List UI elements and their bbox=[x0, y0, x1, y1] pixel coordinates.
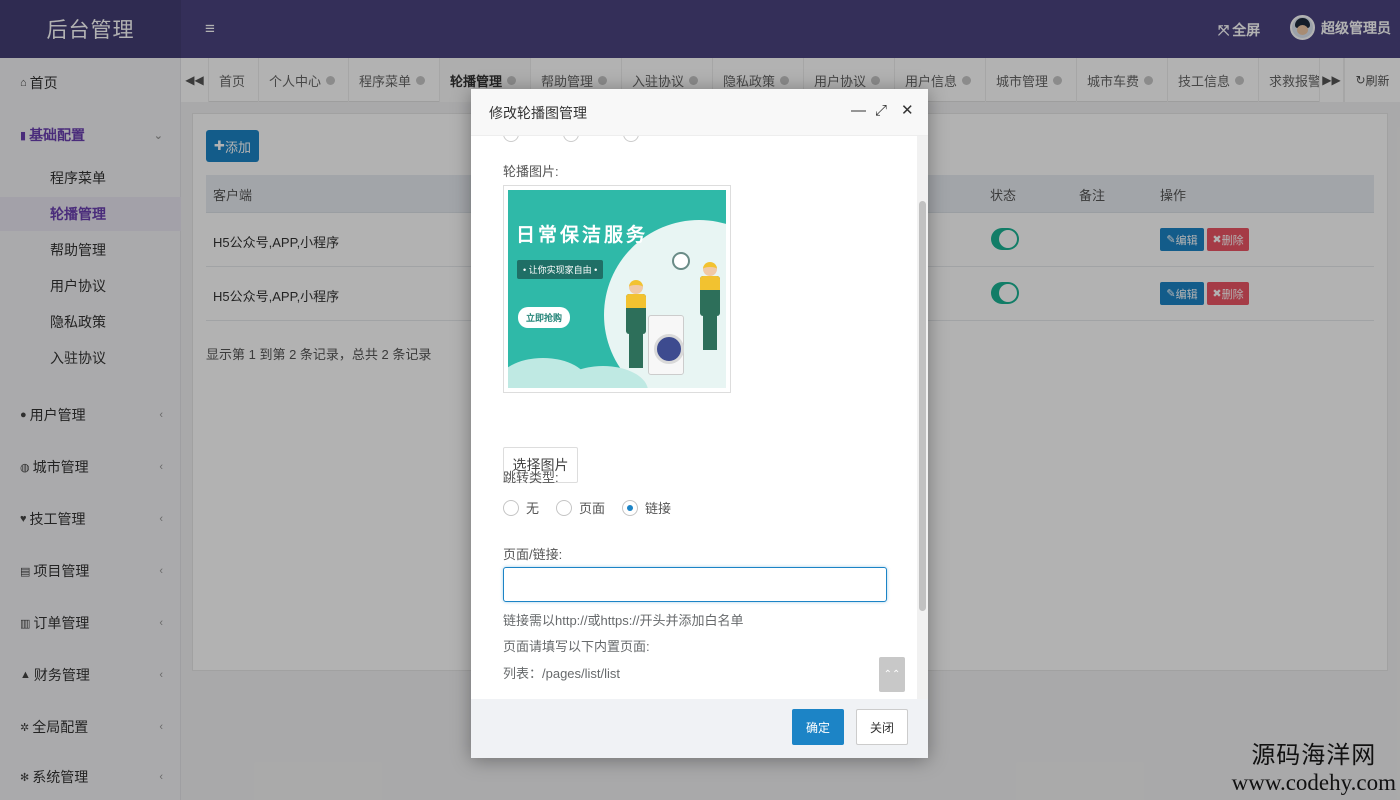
link-label: 页面/链接: bbox=[503, 547, 563, 562]
link-input[interactable] bbox=[503, 567, 887, 602]
radio-page-label: 页面 bbox=[579, 501, 606, 516]
minimize-icon[interactable]: — bbox=[851, 102, 866, 120]
clock-icon bbox=[672, 252, 690, 270]
close-button[interactable]: 关闭 bbox=[856, 709, 908, 745]
radio-link[interactable] bbox=[622, 499, 639, 516]
partial-radio-row bbox=[503, 136, 639, 142]
radio-none[interactable] bbox=[503, 499, 519, 516]
edit-banner-dialog: 修改轮播图管理 — ⤢ ✕ 轮播图片: 日常保洁服务 • 让你实现家自由 • 立… bbox=[471, 89, 928, 758]
image-label: 轮播图片: bbox=[503, 164, 559, 179]
radio-partial[interactable] bbox=[503, 136, 519, 142]
hint-link: 链接需以http://或https://开头并添加白名单 bbox=[503, 613, 744, 628]
radio-partial[interactable] bbox=[623, 136, 639, 142]
dialog-scrollbar-thumb[interactable] bbox=[919, 201, 926, 611]
hint-page: 页面请填写以下内置页面: bbox=[503, 639, 650, 654]
jump-type-label: 跳转类型: bbox=[503, 470, 559, 485]
radio-link-label: 链接 bbox=[645, 501, 672, 516]
confirm-button[interactable]: 确定 bbox=[792, 709, 844, 745]
washing-machine-icon bbox=[648, 315, 684, 375]
hint-list: 列表：/pages/list/list bbox=[503, 666, 621, 681]
maximize-icon[interactable]: ⤢ bbox=[875, 102, 887, 120]
radio-page[interactable] bbox=[556, 499, 573, 516]
dialog-footer: 确定 关闭 bbox=[471, 699, 928, 758]
dialog-header[interactable]: 修改轮播图管理 — ⤢ ✕ bbox=[471, 89, 928, 136]
banner-subtitle: • 让你实现家自由 • bbox=[517, 260, 604, 279]
radio-partial[interactable] bbox=[563, 136, 579, 142]
watermark-en: www.codehy.com bbox=[1231, 770, 1396, 795]
back-to-top-icon[interactable]: ⌃⌃ bbox=[879, 657, 905, 692]
worker-figure bbox=[700, 262, 720, 352]
dialog-body: 轮播图片: 日常保洁服务 • 让你实现家自由 • 立即抢购 选择图片 跳转类型:… bbox=[471, 136, 928, 699]
watermark-cn: 源码海洋网 bbox=[1251, 742, 1377, 769]
watermark: 源码海洋网 www.codehy.com bbox=[1232, 742, 1396, 796]
close-icon[interactable]: ✕ bbox=[901, 102, 914, 120]
banner-cta: 立即抢购 bbox=[518, 307, 571, 328]
worker-figure bbox=[626, 280, 646, 370]
radio-none-label: 无 bbox=[526, 501, 540, 516]
banner-image-preview: 日常保洁服务 • 让你实现家自由 • 立即抢购 bbox=[503, 185, 731, 393]
dialog-title: 修改轮播图管理 bbox=[489, 105, 587, 121]
jump-type-radios: 无 页面 链接 bbox=[503, 498, 688, 517]
banner-title: 日常保洁服务 bbox=[516, 225, 649, 246]
banner-image: 日常保洁服务 • 让你实现家自由 • 立即抢购 bbox=[508, 190, 726, 388]
